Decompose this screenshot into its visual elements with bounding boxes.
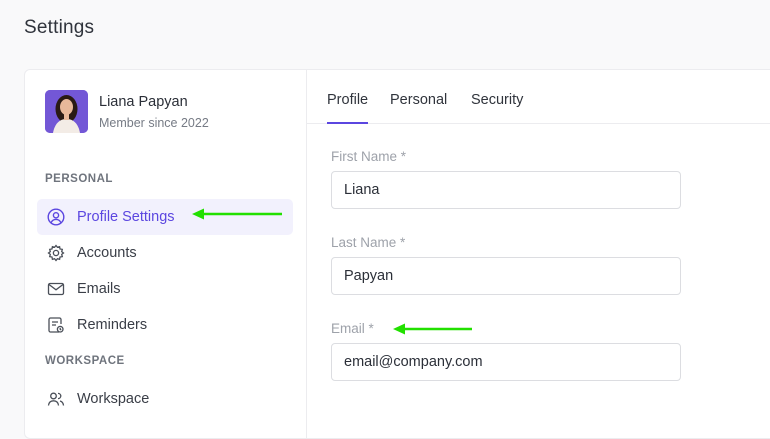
sidebar-item-label: Workspace xyxy=(77,391,150,407)
users-icon xyxy=(46,389,66,409)
sidebar-item-workspace[interactable]: Workspace xyxy=(37,381,293,417)
sidebar-item-emails[interactable]: Emails xyxy=(37,271,293,307)
sidebar-item-reminders[interactable]: Reminders xyxy=(37,307,293,343)
tab-personal[interactable]: Personal xyxy=(390,92,447,122)
email-field[interactable] xyxy=(331,343,681,381)
tab-security[interactable]: Security xyxy=(471,92,523,122)
member-since: Member since 2022 xyxy=(99,115,209,130)
profile-name: Liana Papyan xyxy=(99,93,188,110)
section-label-workspace: WORKSPACE xyxy=(45,355,125,367)
user-circle-icon xyxy=(46,207,66,227)
first-name-label: First Name * xyxy=(331,149,407,164)
last-name-label: Last Name * xyxy=(331,235,406,250)
settings-card: Liana Papyan Member since 2022 PERSONAL … xyxy=(24,69,770,439)
tab-profile[interactable]: Profile xyxy=(327,92,369,124)
sidebar-item-label: Accounts xyxy=(77,245,137,261)
profile-summary: Liana Papyan Member since 2022 xyxy=(45,90,209,133)
sidebar-item-label: Profile Settings xyxy=(77,209,175,225)
first-name-field[interactable] xyxy=(331,171,681,209)
annotation-arrow-email xyxy=(393,323,472,335)
sidebar-item-accounts[interactable]: Accounts xyxy=(37,235,293,271)
gear-icon xyxy=(46,243,66,263)
last-name-field[interactable] xyxy=(331,257,681,295)
tab-bar: Profile Personal Security xyxy=(307,70,770,124)
settings-sidebar: Liana Papyan Member since 2022 PERSONAL … xyxy=(25,70,307,438)
page-title: Settings xyxy=(24,17,95,38)
section-label-personal: PERSONAL xyxy=(45,173,113,185)
sidebar-item-label: Reminders xyxy=(77,317,148,333)
settings-main: Profile Personal Security First Name * L… xyxy=(307,70,770,438)
sidebar-item-label: Emails xyxy=(77,281,121,297)
email-label: Email * xyxy=(331,321,374,336)
reminder-icon xyxy=(46,315,66,335)
annotation-arrow-profile-settings xyxy=(192,208,282,220)
mail-icon xyxy=(46,279,66,299)
avatar xyxy=(45,90,88,133)
